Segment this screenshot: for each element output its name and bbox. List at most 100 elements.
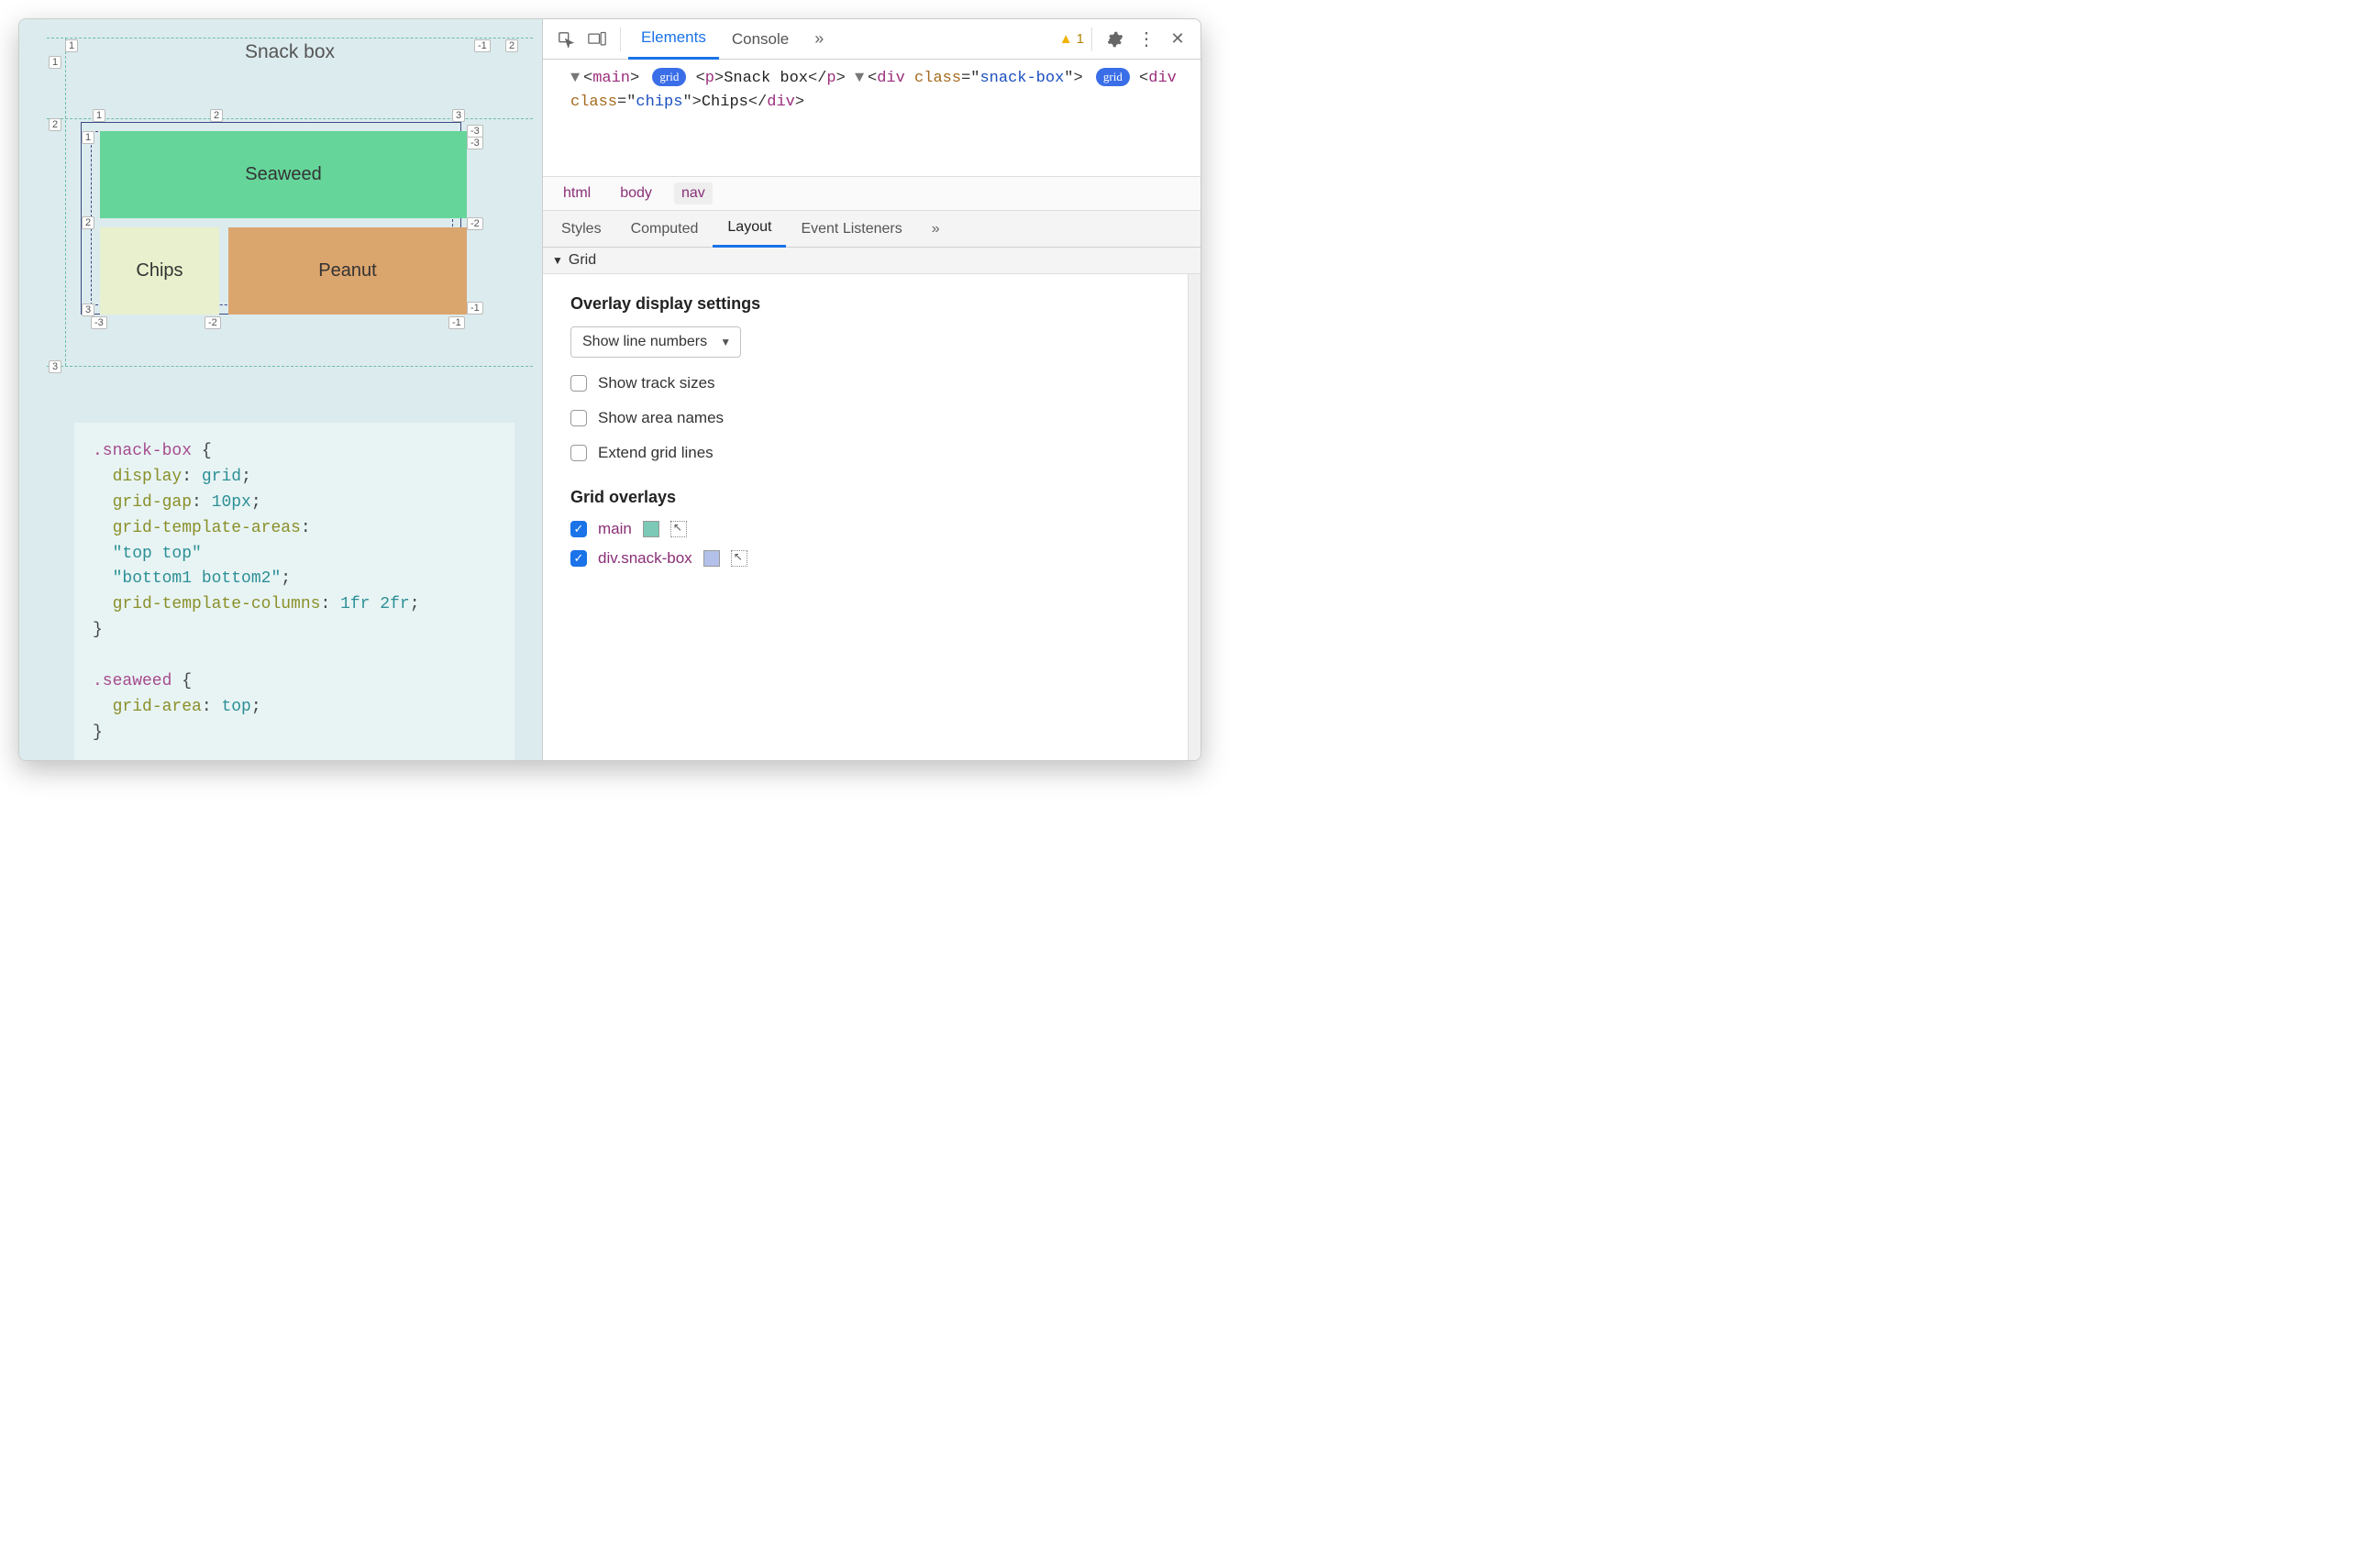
sidebar-tabs: Styles Computed Layout Event Listeners » [543, 211, 1201, 248]
page-heading: Snack box [65, 41, 515, 63]
line-numbers-select[interactable]: Show line numbers ▼ [570, 326, 741, 358]
subtabs-overflow-icon[interactable]: » [917, 211, 955, 248]
warning-count: 1 [1077, 31, 1084, 47]
grid-overlay-item: main [570, 520, 1169, 538]
code-prop: grid-template-columns [113, 595, 321, 613]
code-val: 1fr 2fr [340, 595, 410, 613]
devtools-panel: Elements Console » ▲1 ⋮ ✕ ▼<main> grid <… [542, 19, 1201, 760]
checkbox-label: Extend grid lines [598, 444, 714, 462]
code-str: "bottom1 bottom2" [113, 569, 282, 588]
color-swatch[interactable] [643, 521, 659, 537]
dom-tree[interactable]: ▼<main> grid <p>Snack box</p> ▼<div clas… [543, 60, 1201, 177]
dom-attr-val: snack-box [979, 70, 1064, 87]
snack-grid: Seaweed Chips Peanut [100, 131, 467, 315]
line-num: -1 [467, 302, 483, 315]
color-swatch[interactable] [703, 550, 720, 567]
warning-badge[interactable]: ▲1 [1059, 31, 1084, 47]
checkbox-icon [570, 445, 587, 461]
cell-chips: Chips [100, 227, 219, 315]
code-brace: { [192, 442, 212, 460]
code-prop: grid-gap [113, 493, 192, 512]
code-prop: grid-area [113, 698, 202, 716]
checkbox-icon[interactable] [570, 550, 587, 567]
line-num: -2 [467, 217, 483, 230]
inspect-icon[interactable] [554, 28, 578, 51]
checkbox-icon [570, 375, 587, 392]
breadcrumb-item-selected[interactable]: nav [674, 182, 713, 204]
subtab-layout[interactable]: Layout [713, 211, 786, 248]
cell-seaweed: Seaweed [100, 131, 467, 218]
overlay-name[interactable]: main [598, 520, 632, 538]
line-num: -3 [467, 137, 483, 149]
overlay-name[interactable]: div.snack-box [598, 549, 692, 568]
code-val: 10px [212, 493, 251, 512]
dom-tag: div [1148, 70, 1177, 87]
dom-attr-val: chips [636, 94, 682, 111]
toolbar-divider [1091, 28, 1092, 51]
dom-attr: class [914, 70, 961, 87]
scrollbar[interactable] [1188, 274, 1201, 760]
checkbox-label: Show area names [598, 409, 724, 427]
code-brace: } [93, 723, 103, 742]
css-code-block: .snack-box { display: grid; grid-gap: 10… [74, 423, 515, 760]
line-num: 1 [82, 131, 94, 144]
code-val: grid [202, 468, 241, 486]
checkbox-extend-grid-lines[interactable]: Extend grid lines [570, 444, 1169, 462]
subtab-event-listeners[interactable]: Event Listeners [786, 211, 916, 248]
gear-icon[interactable] [1103, 28, 1127, 51]
checkbox-icon[interactable] [570, 521, 587, 537]
code-selector: .snack-box [93, 442, 192, 460]
layout-pane-body: Overlay display settings Show line numbe… [543, 274, 1188, 760]
dom-text: Snack box [724, 70, 808, 87]
dom-tag: p [705, 70, 714, 87]
subtab-styles[interactable]: Styles [547, 211, 616, 248]
checkbox-icon [570, 410, 587, 426]
devtools-toolbar: Elements Console » ▲1 ⋮ ✕ [543, 19, 1201, 60]
toolbar-divider [620, 28, 621, 51]
kebab-menu-icon[interactable]: ⋮ [1134, 28, 1158, 51]
line-num: 1 [93, 109, 105, 122]
rendered-page-panel: 1 -1 2 1 2 3 Snack box 1 2 3 -3 1 2 3 -3… [19, 19, 542, 760]
grid-badge[interactable]: grid [1096, 68, 1130, 86]
line-num: 2 [82, 216, 94, 229]
tabs-overflow-icon[interactable]: » [802, 19, 836, 60]
line-num: 1 [65, 39, 78, 52]
tab-elements[interactable]: Elements [628, 19, 719, 60]
line-num: 2 [210, 109, 223, 122]
overlay-settings-heading: Overlay display settings [570, 294, 1169, 314]
line-num: 3 [49, 360, 61, 373]
outer-grid-line-v1 [65, 38, 66, 366]
grid-badge[interactable]: grid [652, 68, 686, 86]
section-title: Grid [569, 252, 596, 269]
line-num: 2 [505, 39, 518, 52]
subtab-computed[interactable]: Computed [616, 211, 714, 248]
devtools-window: 1 -1 2 1 2 3 Snack box 1 2 3 -3 1 2 3 -3… [18, 18, 1201, 761]
code-str: "top top" [113, 545, 202, 563]
section-grid-header[interactable]: ▼ Grid [543, 248, 1201, 274]
checkbox-show-track-sizes[interactable]: Show track sizes [570, 374, 1169, 392]
reveal-element-icon[interactable] [670, 521, 687, 537]
code-brace: { [172, 672, 192, 690]
device-toggle-icon[interactable] [585, 28, 609, 51]
line-num: 3 [82, 304, 94, 316]
line-num: 3 [452, 109, 465, 122]
dom-attr: class [570, 94, 617, 111]
outer-grid-line-h3 [47, 366, 533, 367]
close-icon[interactable]: ✕ [1166, 28, 1190, 51]
breadcrumb-item[interactable]: body [613, 182, 659, 204]
code-val: top [221, 698, 250, 716]
code-prop: grid-template-areas [113, 519, 301, 537]
dom-breadcrumb: html body nav [543, 177, 1201, 211]
cell-peanut: Peanut [228, 227, 467, 315]
reveal-element-icon[interactable] [731, 550, 747, 567]
line-num: -1 [474, 39, 491, 52]
code-selector: .seaweed [93, 672, 172, 690]
checkbox-label: Show track sizes [598, 374, 715, 392]
line-num: 1 [49, 56, 61, 69]
line-num: -3 [91, 316, 107, 329]
tab-console[interactable]: Console [719, 19, 802, 60]
dom-tag: div [877, 70, 905, 87]
checkbox-show-area-names[interactable]: Show area names [570, 409, 1169, 427]
breadcrumb-item[interactable]: html [556, 182, 598, 204]
line-num: -2 [205, 316, 221, 329]
